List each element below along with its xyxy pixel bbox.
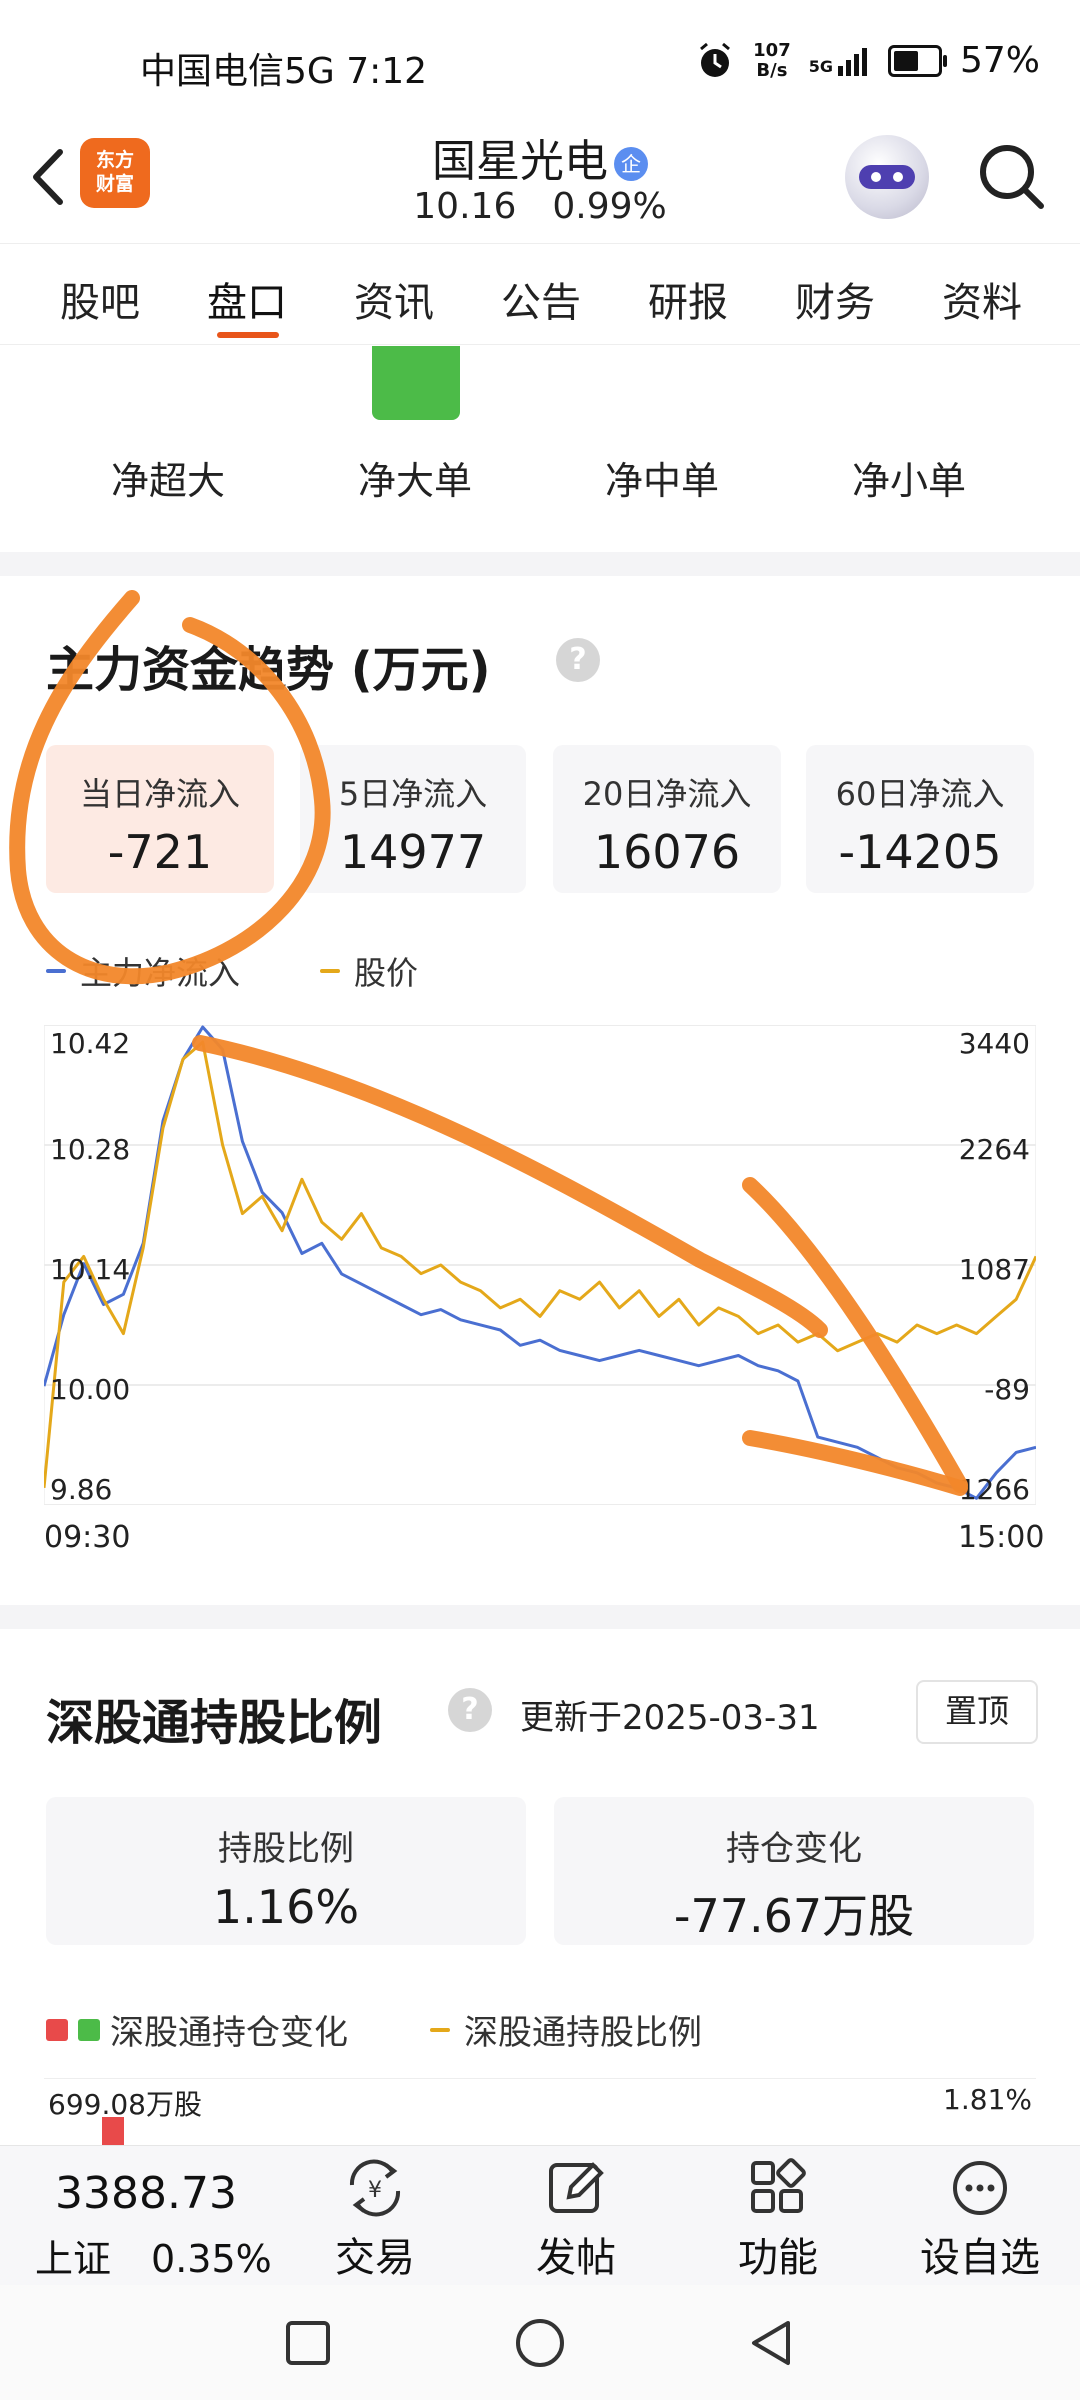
nav-add-watchlist[interactable]: 设自选 [920, 2155, 1040, 2283]
nav-trade[interactable]: ¥ 交易 [315, 2155, 435, 2283]
holding-change-card: 持仓变化 -77.67万股 [554, 1797, 1034, 1945]
stock-price: 10.16 [413, 186, 517, 227]
x-axis-start-label: 09:30 [44, 1520, 131, 1555]
index-change: 0.35% [151, 2237, 272, 2281]
legend-holding-ratio: 深股通持股比例 [430, 2005, 702, 2054]
section-divider [0, 552, 1080, 576]
flow-label-super: 净超大 [110, 459, 225, 503]
home-icon[interactable] [514, 2317, 566, 2369]
enterprise-badge: 企 [614, 147, 648, 181]
right-axis-tick: 1087 [959, 1253, 1030, 1286]
tab-pankou[interactable]: 盘口 [187, 270, 307, 328]
carrier-time: 中国电信5G 7:12 [140, 51, 428, 92]
tab-news[interactable]: 资讯 [334, 270, 454, 328]
more-icon [953, 2161, 1007, 2215]
stat-label: 当日净流入 [79, 775, 240, 813]
help-icon[interactable]: ? [448, 1688, 492, 1732]
right-axis-tick: 1266 [959, 1473, 1030, 1505]
hk-axis-left-max: 699.08万股 [48, 2088, 202, 2121]
recent-apps-icon[interactable] [284, 2319, 332, 2367]
status-bar: 中国电信5G 7:12 107 B/s 5G 57% [0, 0, 1080, 120]
battery-icon [887, 44, 947, 77]
stat-card-20day[interactable]: 20日净流入 16076 [553, 745, 781, 893]
section-divider [0, 1605, 1080, 1629]
search-icon[interactable] [975, 140, 1047, 212]
tab-bar: 股吧 盘口 资讯 公告 研报 财务 资料 [0, 243, 1080, 345]
update-date: 更新于2025-03-31 [520, 1698, 820, 1738]
right-axis-tick: 3440 [959, 1027, 1030, 1060]
index-name: 上证 [35, 2237, 112, 2281]
flow-label-large: 净大单 [357, 459, 472, 503]
series-line-main-flow [44, 1025, 1036, 1500]
stat-value: -721 [107, 825, 213, 879]
holding-ratio-card: 持股比例 1.16% [46, 1797, 526, 1945]
trade-icon: ¥ [349, 2159, 401, 2217]
assistant-robot-avatar[interactable] [845, 135, 929, 219]
left-axis-tick: 10.00 [50, 1373, 130, 1406]
index-value[interactable]: 3388.73 [55, 2168, 237, 2219]
legend-swatch [430, 2027, 450, 2032]
stat-label: 持仓变化 [726, 1829, 862, 1869]
right-axis-tick: 2264 [959, 1133, 1030, 1166]
stat-label: 20日净流入 [582, 775, 752, 813]
stat-label: 60日净流入 [835, 775, 1005, 813]
tab-profile[interactable]: 资料 [922, 270, 1042, 328]
pin-to-top-button[interactable]: 置顶 [916, 1680, 1038, 1744]
stat-value: -77.67万股 [673, 1889, 915, 1943]
left-axis-tick: 10.14 [50, 1253, 130, 1286]
battery-percent: 57% [959, 40, 1040, 81]
tab-research[interactable]: 研报 [628, 270, 748, 328]
tab-finance[interactable]: 财务 [775, 270, 895, 328]
flow-label-medium: 净中单 [604, 459, 719, 503]
legend-swatch [320, 969, 340, 973]
stat-label: 5日净流入 [338, 775, 488, 813]
tab-announcement[interactable]: 公告 [481, 270, 601, 328]
stock-change: 0.99% [552, 186, 667, 227]
stat-value: -14205 [838, 825, 1002, 879]
tab-guba[interactable]: 股吧 [40, 270, 160, 328]
stat-card-5day[interactable]: 5日净流入 14977 [300, 745, 526, 893]
net-large-order-bar [372, 346, 460, 420]
stat-value: 14977 [339, 825, 487, 879]
index-info[interactable]: 上证 0.35% [35, 2228, 272, 2283]
nav-post[interactable]: 发帖 [516, 2155, 636, 2283]
left-axis-tick: 10.42 [50, 1027, 130, 1060]
stat-value: 16076 [593, 825, 741, 879]
stat-label: 持股比例 [218, 1829, 354, 1869]
grid-icon [751, 2158, 806, 2213]
stat-card-60day[interactable]: 60日净流入 -14205 [806, 745, 1034, 893]
nav-functions[interactable]: 功能 [718, 2155, 838, 2283]
signal-icon: 5G [809, 46, 870, 76]
capital-trend-title: 主力资金趋势 (万元) [46, 642, 491, 698]
legend-main-flow: 主力净流入 [46, 948, 240, 994]
stock-name: 国星光电 [432, 136, 608, 187]
legend-swatch-green [78, 2018, 100, 2041]
capital-trend-chart[interactable]: 10.42 3440 10.28 2264 10.14 1087 10.00 -89 9.86 1… [44, 1025, 1036, 1505]
x-axis-end-label: 15:00 [958, 1520, 1045, 1555]
active-tab-indicator [217, 332, 279, 338]
stat-value: 1.16% [212, 1880, 360, 1934]
legend-swatch [46, 969, 66, 973]
system-nav-bar [0, 2285, 1080, 2400]
legend-holding-change: 深股通持仓变化 [46, 2005, 348, 2054]
hk-change-bar [102, 2117, 124, 2147]
post-icon [549, 2162, 604, 2213]
status-icons: 107 B/s 5G 57% [695, 40, 1040, 81]
flow-label-small: 净小单 [851, 459, 966, 503]
hk-connect-chart[interactable]: 699.08万股 1.81% [44, 2078, 1036, 2149]
legend-price: 股价 [320, 948, 418, 994]
help-icon[interactable]: ? [556, 638, 600, 682]
right-axis-tick: -89 [984, 1373, 1030, 1406]
svg-text:¥: ¥ [368, 2178, 382, 2203]
legend-swatch-red [46, 2018, 68, 2041]
left-axis-tick: 9.86 [50, 1473, 112, 1505]
hk-axis-right-max: 1.81% [943, 2083, 1032, 2116]
back-icon[interactable] [746, 2317, 796, 2369]
hk-connect-title: 深股通持股比例 [46, 1695, 383, 1751]
left-axis-tick: 10.28 [50, 1133, 130, 1166]
stat-card-today[interactable]: 当日净流入 -721 [46, 745, 274, 893]
net-speed: 107 B/s [753, 39, 791, 81]
alarm-icon [700, 42, 731, 77]
